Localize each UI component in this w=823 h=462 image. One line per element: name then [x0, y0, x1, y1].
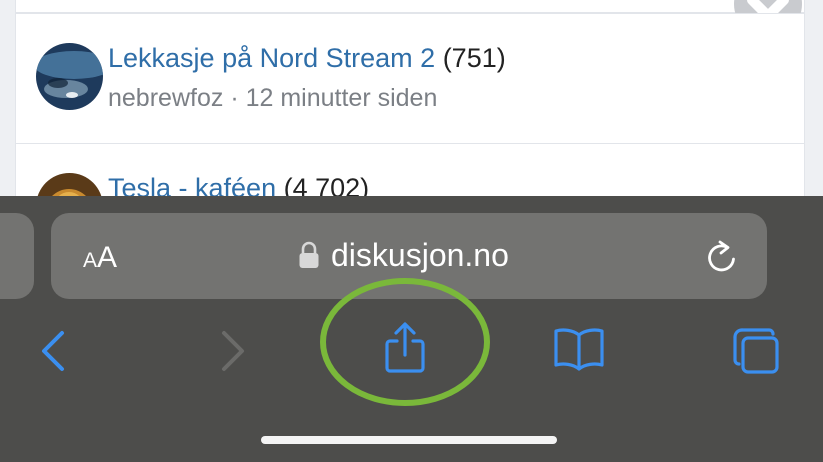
reload-icon: [708, 240, 735, 272]
topic-title-link[interactable]: Lekkasje på Nord Stream 2: [108, 43, 435, 73]
bookmarks-button[interactable]: [553, 327, 605, 376]
topic-meta: nebrewfoz · 12 minutter siden: [108, 84, 437, 113]
text-size-small-label: A: [83, 249, 98, 272]
share-button-highlight-ring: [318, 276, 494, 415]
chevron-right-icon: [222, 331, 244, 371]
text-size-big-label: A: [97, 241, 118, 274]
lock-icon: [298, 241, 320, 274]
avatar: [36, 43, 103, 110]
book-icon: [554, 328, 604, 371]
home-indicator[interactable]: [261, 436, 557, 444]
url-domain[interactable]: diskusjon.no: [331, 237, 509, 274]
previous-tab-peek[interactable]: [0, 213, 34, 299]
topic-time: 12 minutter siden: [245, 84, 438, 112]
reload-button[interactable]: [705, 239, 739, 280]
browser-toolbar: AA diskusjon.no: [0, 196, 823, 462]
forward-button[interactable]: [218, 330, 248, 377]
web-page: Lekkasje på Nord Stream 2 (751) nebrewfo…: [0, 0, 823, 240]
topic-author[interactable]: nebrewfoz: [108, 84, 223, 112]
topic-card: Lekkasje på Nord Stream 2 (751) nebrewfo…: [15, 13, 805, 144]
tabs-button[interactable]: [731, 326, 781, 381]
topic-title-line: Lekkasje på Nord Stream 2 (751): [108, 43, 506, 74]
back-button[interactable]: [38, 330, 68, 377]
tabs-icon: [733, 328, 779, 374]
chevron-left-icon: [42, 331, 64, 371]
text-size-button[interactable]: AA: [83, 241, 117, 275]
topic-reply-count: (751): [442, 43, 506, 73]
topic-card-previous: [15, 0, 805, 13]
meta-separator: ·: [230, 84, 239, 112]
